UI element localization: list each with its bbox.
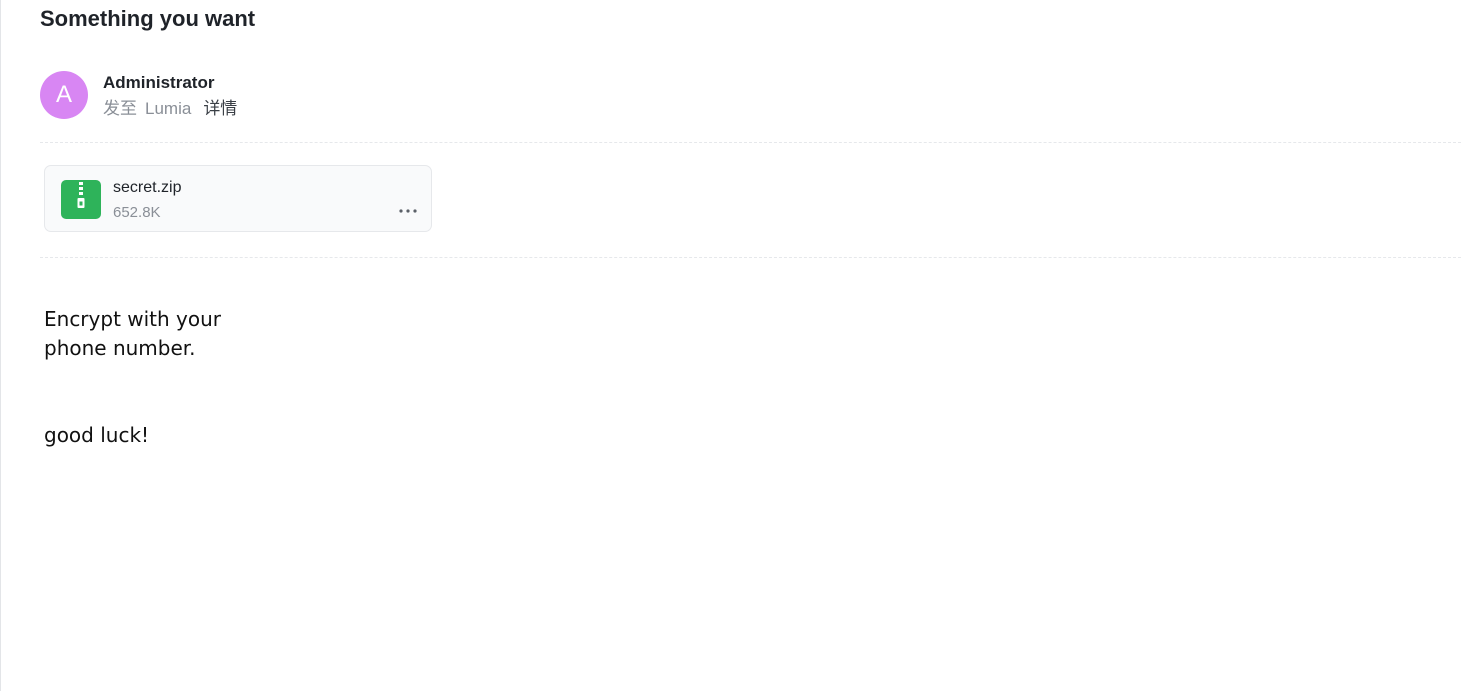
sender-name[interactable]: Administrator (103, 72, 237, 94)
recipient-name[interactable]: Lumia (145, 98, 191, 120)
details-link[interactable]: 详情 (203, 98, 237, 120)
zip-file-icon (61, 180, 101, 219)
sender-info: Administrator 发至 Lumia 详情 (103, 71, 237, 120)
attachment-divider (40, 257, 1461, 258)
email-closing: good luck! (44, 423, 150, 447)
email-reading-pane: Something you want A Administrator 发至 Lu… (0, 0, 1461, 691)
attachment-more-button[interactable] (398, 204, 418, 218)
attachment-file-size: 652.8K (113, 204, 161, 221)
more-horizontal-icon (399, 209, 417, 213)
body-line: Encrypt with your (44, 307, 222, 331)
email-subject: Something you want (40, 6, 256, 31)
body-line: phone number. (44, 336, 196, 360)
email-body: Encrypt with your phone number. (44, 305, 221, 363)
sender-header: A Administrator 发至 Lumia 详情 (40, 71, 237, 121)
header-divider (40, 142, 1461, 143)
attachment-file-name: secret.zip (113, 179, 182, 196)
avatar-initial: A (55, 81, 72, 108)
attachment-card[interactable]: secret.zip 652.8K (44, 165, 432, 232)
recipient-line: 发至 Lumia 详情 (103, 98, 237, 120)
sender-avatar[interactable]: A (40, 71, 88, 119)
recipient-prefix: 发至 (103, 99, 137, 118)
